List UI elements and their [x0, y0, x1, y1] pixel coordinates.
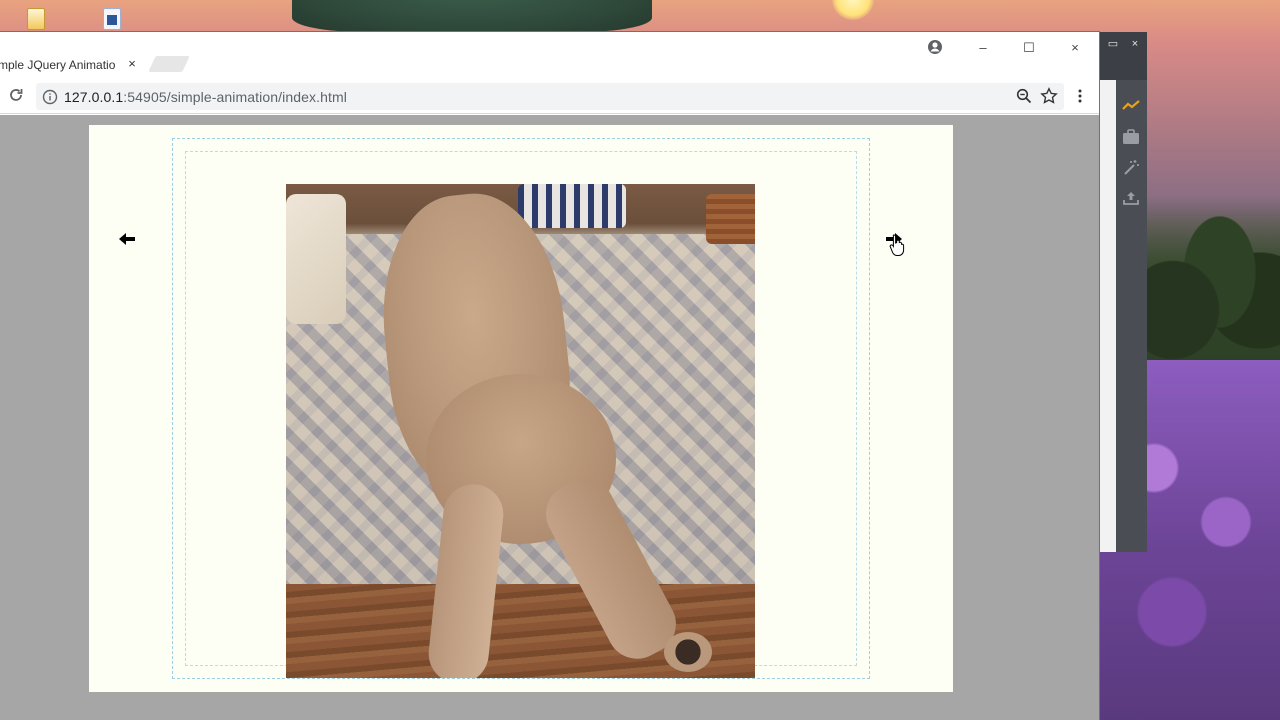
url-host: 127.0.0.1 — [64, 88, 124, 105]
browser-toolbar: 127.0.0.1:54905/simple-animation/index.h… — [0, 78, 1099, 114]
address-bar[interactable]: 127.0.0.1:54905/simple-animation/index.h… — [36, 83, 1064, 110]
chart-icon[interactable] — [1121, 96, 1141, 116]
photo-basket — [706, 194, 755, 244]
side-panel-header: ▭ × — [1100, 32, 1147, 80]
url-path: :54905/simple-animation/index.html — [123, 88, 347, 105]
upload-icon[interactable] — [1121, 189, 1141, 209]
page-viewport[interactable] — [0, 115, 1099, 720]
magic-wand-icon[interactable] — [1121, 158, 1141, 178]
prev-arrow-icon[interactable] — [117, 229, 137, 249]
tree-canopy — [292, 0, 652, 32]
photo-cat-paw — [664, 632, 712, 672]
photo-plaid-blanket — [518, 184, 626, 228]
hand-cursor-icon — [889, 234, 905, 256]
photo-pillow — [286, 194, 346, 324]
side-close-button[interactable]: × — [1128, 37, 1142, 51]
tab-title: mple JQuery Animation — [0, 58, 116, 72]
account-icon[interactable] — [927, 39, 943, 55]
side-panel-body — [1116, 80, 1147, 552]
restore-button[interactable]: ▭ — [1106, 37, 1120, 51]
tab-simple-animation[interactable]: mple JQuery Animation × — [0, 52, 146, 78]
side-tool-panel: ▭ × — [1100, 32, 1147, 552]
close-window-button[interactable]: × — [1060, 38, 1090, 58]
new-tab-button[interactable] — [148, 56, 190, 72]
cat-photo — [286, 184, 755, 678]
zoom-icon[interactable] — [1016, 88, 1032, 104]
maximize-button[interactable]: ☐ — [1014, 38, 1044, 58]
folder-icon[interactable] — [24, 6, 48, 32]
info-icon[interactable] — [42, 89, 58, 105]
title-bar: mple JQuery Animation × – ☐ × — [0, 32, 1099, 78]
sun — [832, 0, 874, 20]
url-text: 127.0.0.1:54905/simple-animation/index.h… — [64, 89, 347, 105]
browser-window: mple JQuery Animation × – ☐ × 127.0.0.1:… — [0, 31, 1100, 720]
word-document-icon[interactable] — [100, 6, 124, 32]
animation-container — [89, 125, 953, 692]
minimize-button[interactable]: – — [968, 38, 998, 58]
bookmark-star-icon[interactable] — [1040, 87, 1058, 105]
briefcase-icon[interactable] — [1121, 127, 1141, 147]
forest — [1146, 196, 1280, 386]
tab-close-button[interactable]: × — [126, 57, 138, 71]
reload-icon[interactable] — [7, 86, 25, 104]
menu-icon[interactable] — [1072, 88, 1088, 104]
